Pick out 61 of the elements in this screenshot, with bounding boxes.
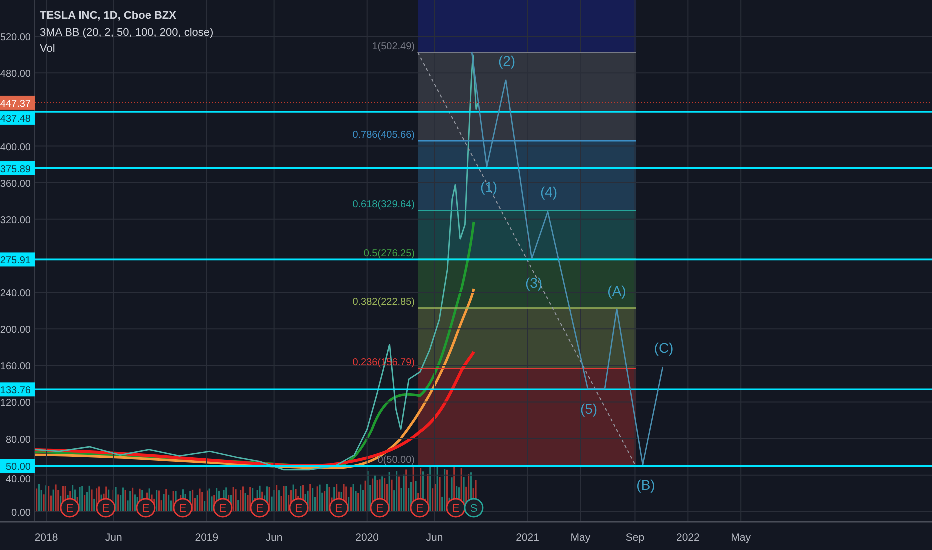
- time-axis-label: Jun: [266, 532, 283, 544]
- time-axis-label: 2021: [516, 532, 540, 544]
- time-axis-label: 2018: [34, 532, 58, 544]
- earnings-marker[interactable]: E: [289, 498, 309, 518]
- horizontal-line[interactable]: [35, 388, 932, 391]
- wave-label: (4): [540, 184, 558, 200]
- horizontal-line[interactable]: [35, 465, 932, 468]
- price-axis-label: 120.00: [0, 398, 31, 410]
- horizontal-line[interactable]: [35, 167, 932, 170]
- fib-level-label: 0.618(329.64): [352, 200, 415, 211]
- time-axis-label: May: [570, 532, 591, 544]
- price-axis-label: 360.00: [0, 178, 31, 190]
- price-axis-label: 520.00: [0, 32, 31, 44]
- price-axis-label: 40.00: [6, 474, 31, 486]
- fib-level-label: 0.786(405.66): [352, 130, 415, 142]
- earnings-marker[interactable]: E: [410, 498, 430, 518]
- wave-label: (3): [525, 275, 543, 291]
- time-axis-label: 2022: [676, 532, 700, 544]
- earnings-marker[interactable]: E: [96, 498, 116, 518]
- time-axis-label: May: [731, 532, 752, 544]
- fib-level-label: 1(502.49): [372, 42, 415, 53]
- wave-label: (2): [498, 53, 516, 69]
- price-level-tag: 133.76: [0, 382, 35, 397]
- price-level-tag: 375.89: [0, 161, 35, 176]
- fib-level-label: 0.382(222.85): [352, 297, 415, 308]
- chart-title: TESLA INC, 1D, Cboe BZX: [40, 10, 176, 22]
- time-axis-label: Jun: [426, 532, 444, 544]
- time-axis-label: Sep: [626, 532, 645, 544]
- price-axis-label: 240.00: [0, 288, 31, 300]
- indicator-label: 3MA BB (20, 2, 50, 100, 200, close): [40, 27, 214, 39]
- earnings-marker[interactable]: E: [136, 498, 156, 518]
- price-axis-label: 80.00: [6, 434, 31, 446]
- time-axis-label: Jun: [105, 532, 122, 544]
- wave-label: (B): [636, 477, 656, 493]
- wave-label: (1): [480, 179, 498, 195]
- fib-level-label: 0.5(276.25): [364, 248, 415, 260]
- wave-label: (5): [580, 401, 598, 417]
- earnings-marker[interactable]: E: [250, 498, 270, 518]
- price-axis-label: 320.00: [0, 215, 31, 226]
- price-level-tag: 50.00: [0, 459, 35, 474]
- price-level-tag: 437.48: [0, 110, 35, 125]
- price-axis-label: 0.00: [12, 508, 31, 519]
- wave-label: (A): [608, 283, 626, 299]
- split-marker[interactable]: S: [464, 498, 484, 518]
- earnings-marker[interactable]: E: [60, 498, 80, 518]
- volume-label: Vol: [40, 43, 56, 55]
- earnings-marker[interactable]: E: [329, 498, 349, 518]
- time-axis-label: 2020: [356, 532, 380, 544]
- price-axis-label: 400.00: [0, 142, 31, 154]
- wave-label: (C): [654, 340, 674, 356]
- earnings-marker[interactable]: E: [213, 498, 233, 518]
- price-level-tag: 275.91: [0, 252, 35, 267]
- fib-level-label: 0(50.00): [378, 455, 415, 466]
- price-axis-label: 480.00: [0, 69, 31, 80]
- earnings-marker[interactable]: E: [370, 498, 390, 518]
- earnings-marker[interactable]: E: [173, 498, 193, 518]
- horizontal-line[interactable]: [35, 258, 932, 261]
- price-axis-label: 200.00: [0, 325, 31, 336]
- price-level-tag: 447.37: [0, 96, 35, 110]
- price-axis-label: 160.00: [0, 362, 31, 373]
- time-axis-label: 2019: [195, 532, 219, 544]
